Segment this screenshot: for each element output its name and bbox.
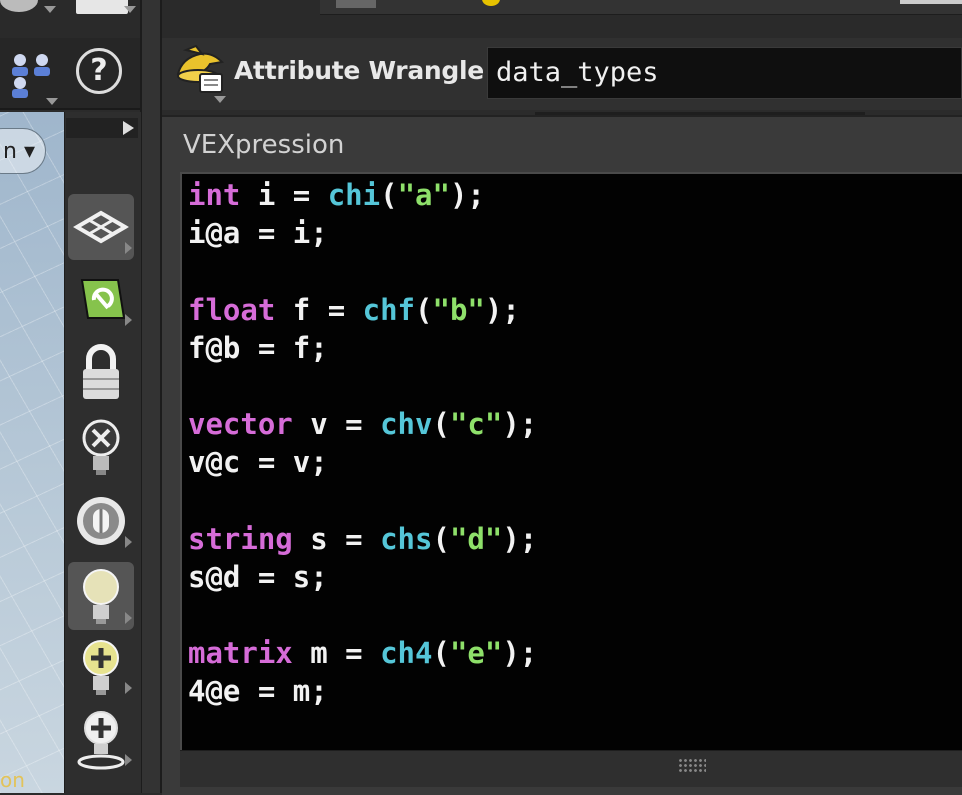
scene-viewport[interactable] [0,112,64,793]
chevron-down-icon[interactable] [46,98,58,105]
code-string: "d" [449,521,503,556]
code-line[interactable] [188,252,962,290]
toolbar-scroll-strip[interactable] [66,118,138,138]
code-line[interactable] [188,596,962,634]
wrangle-node-icon [176,44,225,93]
code-line[interactable]: v@c = v; [188,443,962,481]
code-text: ); [502,407,538,442]
sphere-tool[interactable] [68,488,134,554]
display-plane-icon [73,210,129,244]
tab-icon[interactable] [336,0,376,8]
code-line[interactable]: f@b = f; [188,329,962,367]
code-string: "a" [397,178,450,212]
code-text: m = [292,636,381,671]
chevron-right-icon [125,314,132,326]
code-function: chv [380,407,433,442]
light-off-icon [82,419,120,475]
code-string: "c" [449,407,503,442]
code-text: f@b = f; [188,330,328,365]
chevron-down-icon[interactable] [124,6,136,13]
code-text: s = [292,521,381,556]
node-type-label: Attribute Wrangle [234,56,484,85]
code-line[interactable]: 4@e = m; [188,672,962,710]
code-function: chf [362,292,416,327]
lock-tool[interactable] [68,340,134,406]
chevron-right-icon [125,242,132,254]
light-bulb-icon [83,569,119,624]
help-icon[interactable]: ? [76,48,122,94]
code-text: ( [432,407,450,442]
tab-indicator [900,0,962,4]
code-string: "b" [432,292,485,327]
vexpression-label: VEXpression [183,130,345,160]
light-bulb-tool[interactable] [68,562,134,630]
add-light-icon [83,640,119,695]
snap-tool[interactable] [68,266,134,332]
code-text: ); [484,292,520,327]
code-text: i = [240,178,328,212]
resize-grip-icon[interactable] [678,758,706,774]
code-text: ( [432,521,450,556]
code-line[interactable]: string s = chs("d"); [188,520,962,558]
chevron-right-icon [125,536,132,548]
code-line[interactable]: matrix m = ch4("e"); [188,634,962,672]
display-plane-tool[interactable] [68,194,134,260]
code-text: ); [502,636,538,671]
code-function: chi [327,178,381,212]
code-line[interactable] [188,482,962,520]
light-off-tool[interactable] [68,414,134,480]
vexpression-code-editor[interactable]: int i = chi("a"); i@a = i; float f = chf("… [180,172,962,750]
code-text: ( [380,178,398,212]
code-keyword: string [188,521,293,556]
code-line[interactable]: s@d = s; [188,558,962,596]
shelf-tab[interactable] [76,0,128,14]
code-line[interactable]: int i = chi("a"); [188,176,962,214]
code-string: "e" [449,636,503,671]
code-text: ); [502,521,538,556]
pane-divider[interactable] [140,0,162,793]
chevron-right-icon[interactable] [123,121,134,135]
sphere-toggle-icon [77,497,125,545]
code-line[interactable] [188,367,962,405]
code-text: i@a = i; [188,216,328,251]
code-keyword: float [188,292,276,327]
chevron-down-icon[interactable] [214,96,226,103]
code-function: chs [380,521,433,556]
code-function: ch4 [380,636,433,671]
code-text: v@c = v; [188,445,328,480]
viewport-camera-dropdown[interactable]: n ▾ [0,128,46,174]
code-text: s@d = s; [188,559,328,594]
shelf-icon[interactable] [0,0,38,12]
editor-resize-handle[interactable] [180,750,962,787]
light-target-icon [77,711,125,770]
users-icon[interactable] [6,50,56,98]
code-text: ( [432,636,450,671]
chevron-right-icon [125,754,132,766]
code-keyword: vector [188,407,293,442]
light-target-tool[interactable] [68,706,134,772]
code-line[interactable]: vector v = chv("c"); [188,405,962,443]
pane-tab-bar[interactable] [320,0,962,15]
code-line[interactable]: i@a = i; [188,214,962,252]
code-keyword: matrix [188,636,293,671]
code-text: ); [449,178,485,212]
chevron-right-icon [125,682,132,694]
code-text: f = [275,292,363,327]
code-text: v = [292,407,381,442]
add-light-tool[interactable] [68,634,134,700]
chevron-right-icon [125,612,132,624]
snap-to-geometry-icon [80,279,126,319]
code-text: ( [415,292,433,327]
code-text: 4@e = m; [188,674,328,709]
code-line[interactable]: float f = chf("b"); [188,291,962,329]
node-name-field[interactable]: data_types [487,47,962,99]
code-keyword: int [188,178,241,212]
chevron-down-icon[interactable] [44,6,56,13]
lock-icon [83,344,119,399]
viewport-status-text: on [0,768,25,792]
